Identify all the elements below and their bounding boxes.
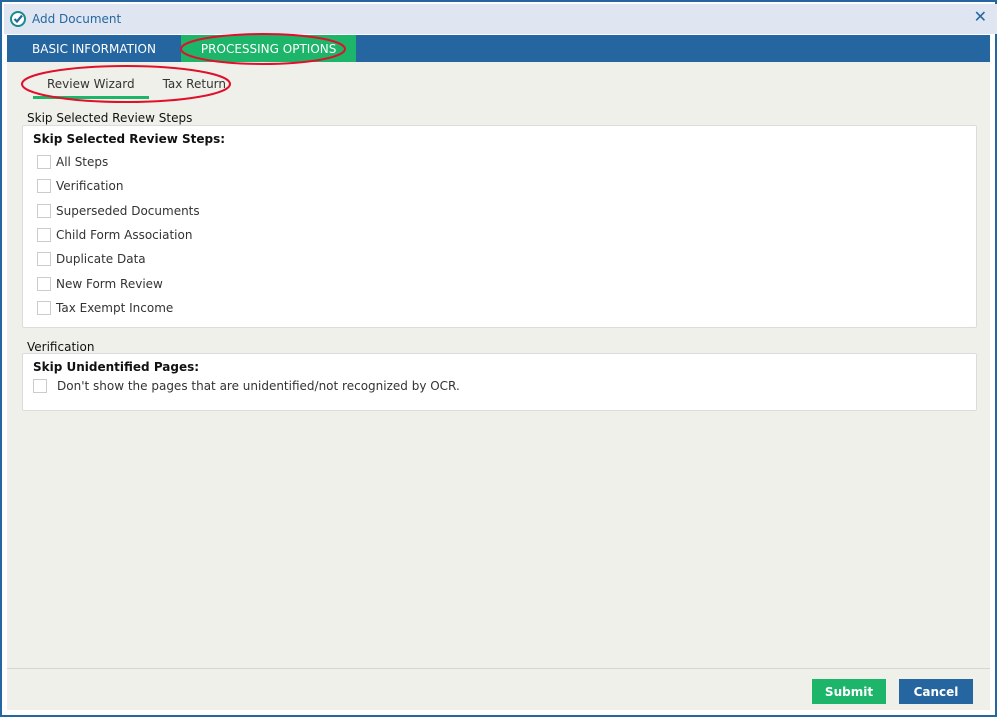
checkbox[interactable] xyxy=(37,179,51,194)
checkbox[interactable] xyxy=(37,252,51,267)
section-label-skip-steps: Skip Selected Review Steps xyxy=(27,111,193,125)
option-label: Don't show the pages that are unidentifi… xyxy=(57,379,460,394)
skip-steps-panel: Skip Selected Review Steps: All Steps Ve… xyxy=(22,125,977,328)
checkbox[interactable] xyxy=(33,379,47,394)
option-label: Verification xyxy=(56,179,124,194)
option-skip-unidentified-pages[interactable]: Don't show the pages that are unidentifi… xyxy=(23,374,976,398)
submit-button[interactable]: Submit xyxy=(812,679,886,704)
tab-processing-options[interactable]: PROCESSING OPTIONS xyxy=(180,35,357,62)
option-label: Tax Exempt Income xyxy=(56,300,174,315)
main-tabs: BASIC INFORMATION PROCESSING OPTIONS xyxy=(7,35,990,62)
option-child-form-association[interactable]: Child Form Association xyxy=(23,223,976,247)
option-new-form-review[interactable]: New Form Review xyxy=(23,271,976,295)
option-all-steps[interactable]: All Steps xyxy=(23,150,976,174)
checkbox[interactable] xyxy=(37,300,51,315)
app-check-icon xyxy=(10,11,26,27)
skip-unidentified-heading: Skip Unidentified Pages: xyxy=(33,360,200,374)
section-label-verification: Verification xyxy=(27,340,95,354)
footer-divider xyxy=(7,668,990,669)
option-verification[interactable]: Verification xyxy=(23,174,976,198)
verification-panel: Skip Unidentified Pages: Don't show the … xyxy=(22,353,977,411)
subtab-review-wizard[interactable]: Review Wizard xyxy=(33,71,149,99)
sub-tabs: Review Wizard Tax Return xyxy=(33,71,240,99)
option-duplicate-data[interactable]: Duplicate Data xyxy=(23,247,976,271)
option-label: New Form Review xyxy=(56,276,163,291)
checkbox[interactable] xyxy=(37,276,51,291)
dialog-body: BASIC INFORMATION PROCESSING OPTIONS Rev… xyxy=(7,35,990,710)
cancel-button[interactable]: Cancel xyxy=(899,679,973,704)
option-label: Duplicate Data xyxy=(56,252,146,267)
option-label: All Steps xyxy=(56,155,109,170)
checkbox[interactable] xyxy=(37,155,51,170)
tab-basic-information[interactable]: BASIC INFORMATION xyxy=(7,35,181,62)
option-label: Child Form Association xyxy=(56,228,193,243)
subtab-tax-return[interactable]: Tax Return xyxy=(149,71,240,99)
dialog-title: Add Document xyxy=(32,12,122,26)
option-label: Superseded Documents xyxy=(56,203,200,218)
checkbox[interactable] xyxy=(37,228,51,243)
option-superseded-documents[interactable]: Superseded Documents xyxy=(23,199,976,223)
title-bar: Add Document xyxy=(4,4,997,34)
close-icon[interactable]: ✕ xyxy=(974,7,987,26)
skip-steps-heading: Skip Selected Review Steps: xyxy=(33,132,226,146)
option-tax-exempt-income[interactable]: Tax Exempt Income xyxy=(23,296,976,320)
checkbox[interactable] xyxy=(37,203,51,218)
